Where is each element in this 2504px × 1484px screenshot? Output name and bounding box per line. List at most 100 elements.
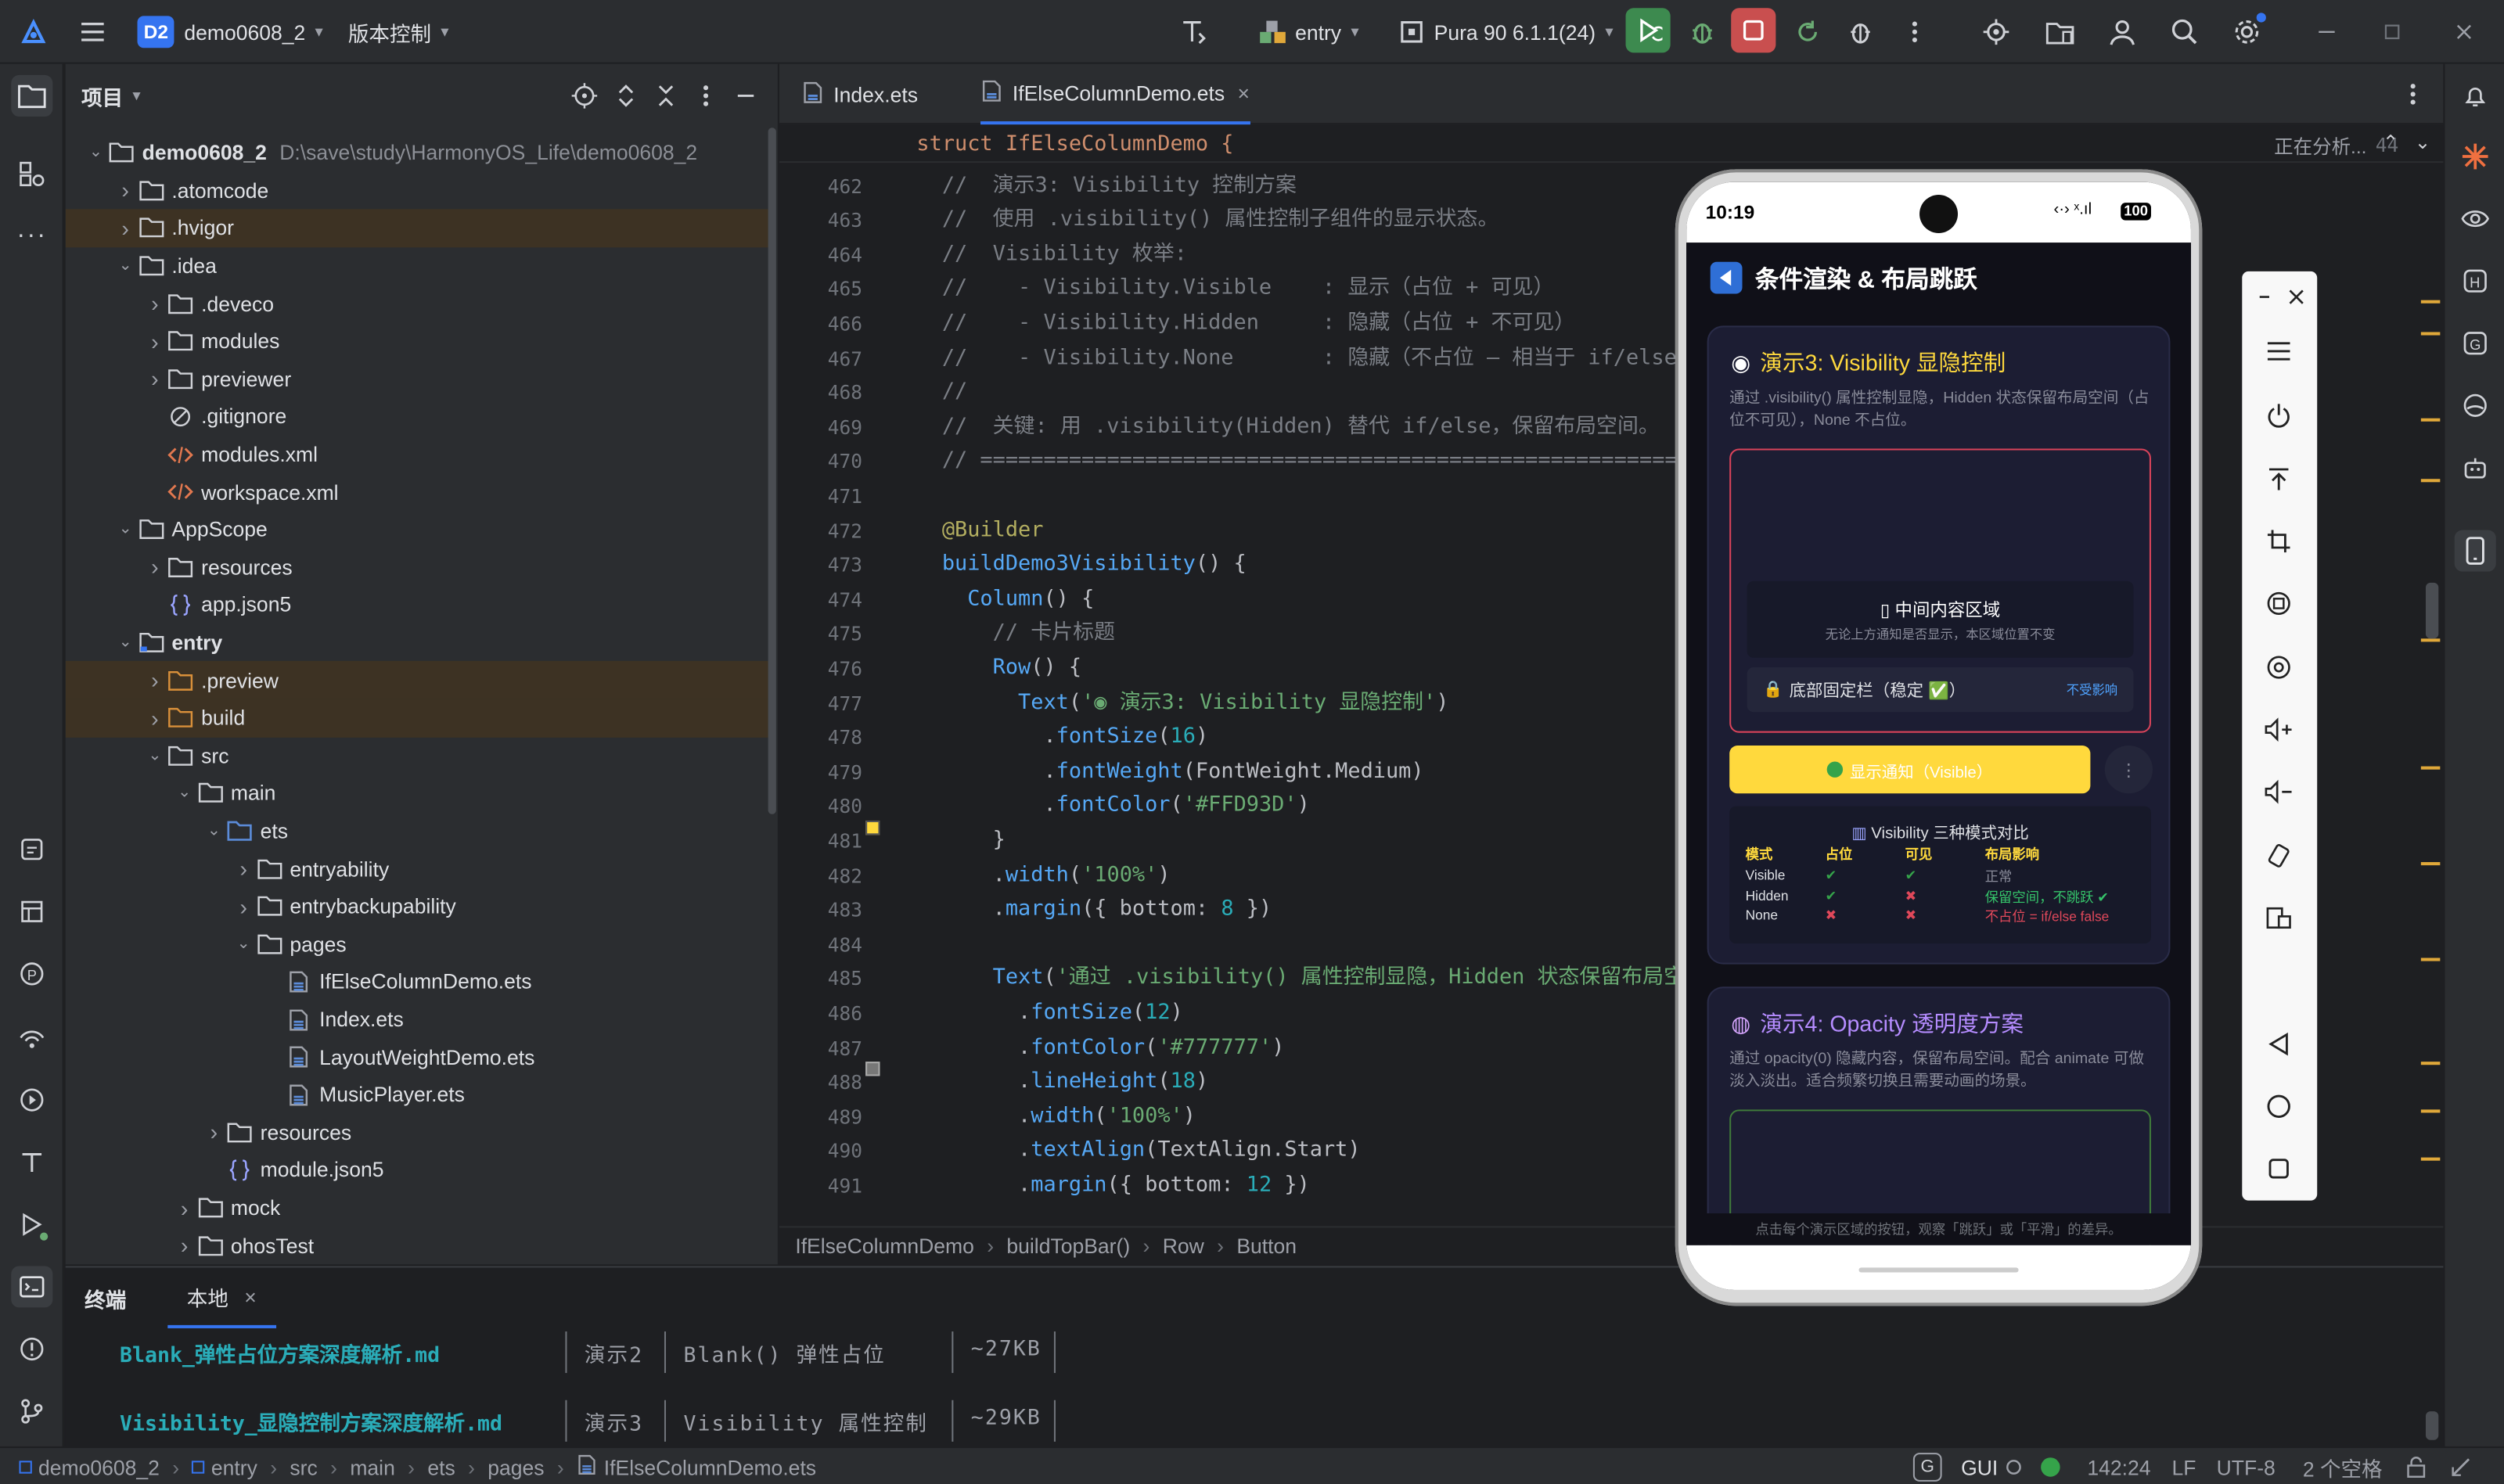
tree-item[interactable]: ⌄ main (66, 774, 768, 812)
crop-screenshot-icon[interactable] (2260, 522, 2298, 560)
services-icon[interactable] (11, 1080, 52, 1121)
code-line[interactable]: .fontSize(12) (916, 996, 1183, 1030)
editor-scrollbar[interactable] (2425, 582, 2439, 639)
chevron-right-icon[interactable]: › (144, 706, 167, 731)
tab-options-icon[interactable] (2392, 74, 2434, 115)
breadcrumb-item[interactable]: buildTopBar() (1006, 1234, 1130, 1259)
tree-item[interactable]: › resources (66, 548, 768, 586)
chevron-right-icon[interactable]: › (144, 555, 167, 580)
close-tab-icon[interactable]: × (1238, 81, 1250, 105)
tree-item[interactable]: › .preview (65, 661, 768, 699)
code-line[interactable]: // 演示3: Visibility 控制方案 (916, 168, 1297, 203)
code-line[interactable]: @Builder (916, 513, 1044, 548)
code-line[interactable]: // Visibility 枚举: (916, 238, 1187, 272)
cursor-position[interactable]: 142:24 (2087, 1448, 2150, 1484)
code-line[interactable]: .margin({ bottom: 8 }) (916, 893, 1272, 927)
main-menu-icon[interactable] (72, 11, 113, 52)
tree-item[interactable]: module.json5 (66, 1152, 768, 1189)
code-line[interactable]: .width('100%') (916, 858, 1171, 893)
status-path-item[interactable]: entry (211, 1455, 257, 1479)
tree-item[interactable]: MusicPlayer.ets (66, 1076, 768, 1113)
project-view-icon[interactable] (11, 74, 53, 117)
code-line[interactable]: Row() { (916, 652, 1081, 686)
code-line[interactable]: } (916, 824, 1006, 858)
chevron-down-icon[interactable]: ⌄ (114, 257, 137, 275)
status-path-item[interactable]: IfElseColumnDemo.ets (604, 1455, 816, 1479)
account-icon[interactable] (2102, 11, 2143, 52)
more-tools-icon[interactable]: ··· (11, 216, 52, 257)
chevron-right-icon[interactable]: › (144, 366, 167, 392)
status-path-item[interactable]: src (290, 1455, 317, 1479)
tree-item[interactable]: › ohosTest (66, 1227, 768, 1264)
panel-options-icon[interactable] (685, 75, 727, 117)
build-tool-icon[interactable] (11, 1141, 52, 1183)
preview-eye-icon[interactable] (2455, 198, 2496, 239)
chevron-right-icon[interactable]: › (232, 856, 255, 882)
tree-item[interactable]: › entryability (66, 850, 768, 888)
code-line[interactable]: .fontColor('#777777') (916, 1031, 1284, 1065)
chevron-right-icon[interactable]: › (173, 1233, 196, 1259)
app-inspector-icon[interactable] (2455, 385, 2496, 426)
tree-item[interactable]: ⌄ ets (66, 812, 768, 850)
line-separator[interactable]: LF (2171, 1448, 2196, 1484)
status-path-item[interactable]: demo0608_2 (38, 1455, 160, 1479)
tree-item[interactable]: ⌄ pages (66, 925, 768, 963)
git-icon[interactable] (11, 1391, 52, 1432)
code-line[interactable]: // 使用 .visibility() 属性控制子组件的显示状态。 (916, 203, 1499, 238)
signal-icon[interactable] (11, 1017, 52, 1058)
tree-item[interactable]: › previewer (66, 360, 768, 397)
tree-item[interactable]: › modules (66, 322, 768, 360)
code-line[interactable]: // 关键: 用 .visibility(Hidden) 替代 if/else，… (916, 410, 1660, 444)
code-line[interactable]: buildDemo3Visibility() { (916, 548, 1247, 582)
indent-setting[interactable]: 2 个空格 (2303, 1448, 2383, 1484)
run-button[interactable] (1625, 8, 1671, 53)
gui-status[interactable]: GUI (1961, 1448, 2024, 1484)
code-line[interactable]: Column() { (916, 582, 1094, 616)
color-swatch-777777[interactable] (865, 1062, 880, 1076)
chevron-up-icon[interactable]: ⌃ (2383, 131, 2399, 153)
tree-item[interactable]: ⌄ demo0608_2 D:\save\study\HarmonyOS_Life\… (66, 134, 768, 171)
tree-item[interactable]: ⌄ AppScope (66, 511, 768, 548)
tree-item[interactable]: Index.ets (66, 1001, 768, 1038)
terminal-tab-local[interactable]: 本地 × (167, 1267, 276, 1328)
rotate-device-icon[interactable] (2260, 836, 2298, 875)
chevron-right-icon[interactable]: › (232, 893, 255, 919)
chevron-down-icon[interactable]: ⌄ (2415, 131, 2431, 153)
tree-item[interactable]: LayoutWeightDemo.ets (66, 1038, 768, 1076)
tree-item[interactable]: modules.xml (66, 436, 768, 473)
status-path-item[interactable]: main (350, 1455, 395, 1479)
attach-debugger-button[interactable] (1840, 11, 1881, 52)
apply-changes-button[interactable] (1787, 11, 1829, 52)
tree-item[interactable]: › build (65, 699, 768, 738)
collapse-all-icon[interactable] (645, 75, 686, 117)
app-logo-icon[interactable] (13, 11, 54, 52)
tree-item[interactable]: .gitignore (66, 398, 768, 436)
code-line[interactable]: // - Visibility.Hidden : 隐藏（占位 + 不可见） (916, 307, 1575, 341)
chevron-right-icon[interactable]: › (114, 215, 137, 241)
font-tool-icon[interactable] (1172, 11, 1214, 52)
tree-item[interactable]: ⌄ .idea (66, 247, 768, 285)
tree-item[interactable]: › resources (66, 1114, 768, 1152)
tree-item[interactable]: workspace.xml (66, 473, 768, 511)
locate-icon[interactable] (1975, 11, 2017, 52)
status-path-item[interactable]: pages (487, 1455, 544, 1479)
chevron-right-icon[interactable]: › (173, 1195, 196, 1221)
ai-assistant-icon[interactable] (2455, 135, 2496, 177)
back-button[interactable] (1710, 261, 1743, 294)
chevron-right-icon[interactable]: › (144, 667, 167, 693)
structure-icon[interactable] (11, 153, 52, 195)
code-line[interactable]: Text('◉ 演示3: Visibility 显隐控制') (916, 686, 1448, 720)
breadcrumb-item[interactable]: IfElseColumnDemo (795, 1234, 974, 1259)
minimize-window-icon[interactable] (2306, 11, 2348, 52)
tree-item[interactable]: ⌄ src (66, 737, 768, 774)
vcs-menu[interactable]: 版本控制 ▾ (348, 0, 449, 64)
device-manager-icon[interactable] (2039, 11, 2081, 52)
code-line[interactable]: Text('通过 .visibility() 属性控制显隐，Hidden 状态保… (916, 961, 1719, 996)
tree-item[interactable]: › mock (66, 1189, 768, 1227)
show-notice-button[interactable]: 显示通知（Visible） (1729, 746, 2091, 794)
sticky-scroll-line[interactable]: 44 struct IfElseColumnDemo { 正在分析... ⌃ ⌄ (779, 128, 2444, 163)
chevron-down-icon[interactable]: ⌄ (114, 634, 137, 651)
volume-down-icon[interactable] (2260, 773, 2298, 811)
tree-item[interactable]: app.json5 (66, 586, 768, 623)
tab-index[interactable]: Index.ets (801, 64, 918, 125)
